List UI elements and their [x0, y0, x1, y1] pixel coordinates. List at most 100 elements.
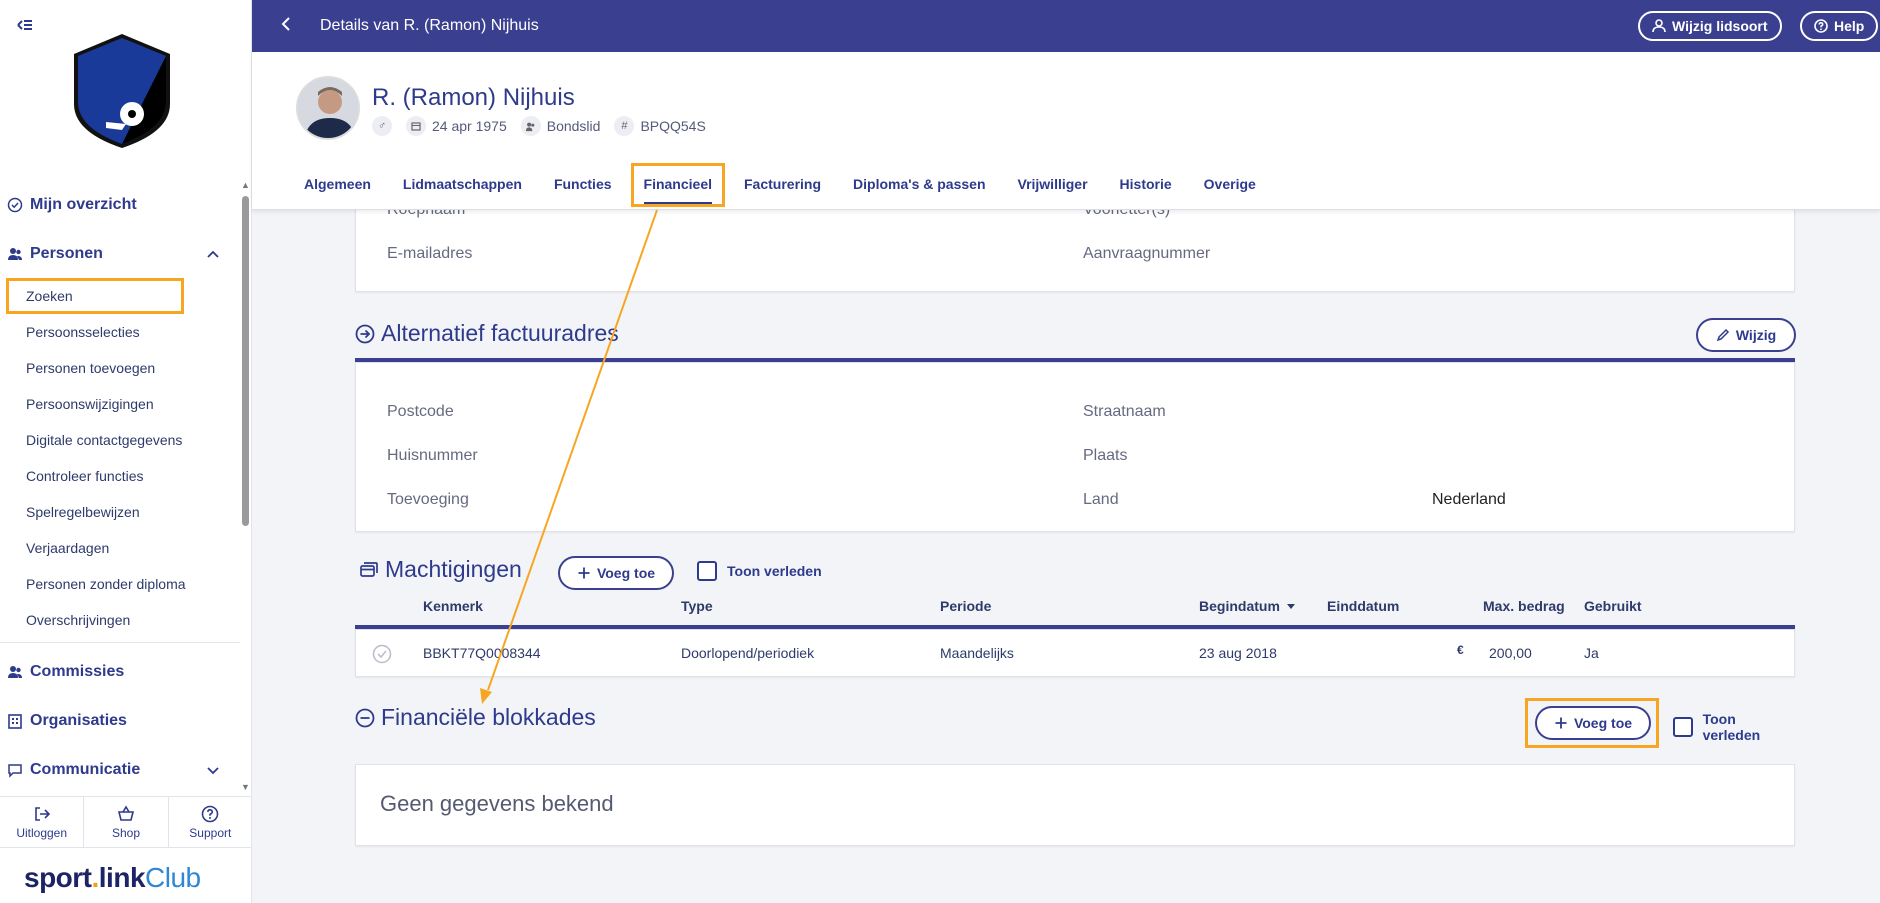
tab-vrijwilliger[interactable]: Vrijwilliger: [1002, 160, 1104, 210]
cell-currency: €: [1457, 643, 1464, 657]
blokkades-title-text: Financiële blokkades: [381, 704, 596, 730]
plus-icon: [1555, 717, 1567, 729]
col-periode[interactable]: Periode: [940, 598, 991, 614]
email-label: E-mailadres: [387, 245, 473, 262]
wijzig-factuuradres-button[interactable]: Wijzig: [1696, 318, 1796, 352]
table-row[interactable]: BBKT77Q0008344 Doorlopend/periodiek Maan…: [355, 629, 1795, 677]
hash-icon: #: [614, 116, 635, 136]
tab-financieel[interactable]: Financieel: [628, 160, 728, 210]
tab-algemeen[interactable]: Algemeen: [288, 160, 387, 210]
back-icon[interactable]: [252, 16, 292, 37]
nav-label: Mijn overzicht: [30, 195, 137, 213]
logout-label: Uitloggen: [16, 825, 68, 840]
checkbox[interactable]: [1673, 717, 1693, 737]
chevron-down-icon: [206, 763, 220, 777]
empty-state-text: Geen gegevens bekend: [380, 791, 614, 816]
building-icon: [6, 712, 24, 730]
sidebar-item-persoonsselecties[interactable]: Persoonsselecties: [0, 314, 240, 350]
tab-facturering[interactable]: Facturering: [728, 160, 837, 210]
relation-code-value: BPQQ54S: [640, 118, 706, 134]
blokkades-title: Financiële blokkades: [355, 704, 596, 731]
toon-verleden-label: Toon verleden: [727, 563, 822, 579]
nav-commissies[interactable]: Commissies: [0, 647, 240, 696]
calendar-icon: [406, 116, 426, 136]
pencil-icon: [1716, 328, 1729, 342]
sidebar-item-verjaardagen[interactable]: Verjaardagen: [0, 530, 240, 566]
sidebar-item-personen-zonder-diploma[interactable]: Personen zonder diploma: [0, 566, 240, 602]
question-circle-icon: [202, 805, 219, 822]
page-title: Details van R. (Ramon) Nijhuis: [320, 17, 539, 34]
col-begindatum[interactable]: Begindatum: [1199, 598, 1296, 614]
tab-historie[interactable]: Historie: [1104, 160, 1188, 210]
check-circle-icon: [372, 644, 392, 664]
check-circle-icon: [6, 196, 24, 214]
help-button[interactable]: Help: [1800, 11, 1879, 41]
col-kenmerk[interactable]: Kenmerk: [423, 598, 483, 614]
shop-label: Shop: [111, 825, 140, 840]
sidebar-item-persoonswijzigingen[interactable]: Persoonswijzigingen: [0, 386, 240, 422]
wijzig-label: Wijzig: [1735, 327, 1777, 343]
sidebar-item-overschrijvingen[interactable]: Overschrijvingen: [0, 602, 240, 638]
user-edit-icon: [1652, 19, 1666, 33]
scrollbar-thumb[interactable]: [242, 196, 249, 526]
minus-circle-icon: [355, 708, 375, 727]
arrow-circle-right-icon: [355, 324, 375, 343]
member-type: Bondslid: [520, 116, 601, 136]
huisnummer-label: Huisnummer: [387, 447, 478, 464]
sidebar-item-digitale-contactgegevens[interactable]: Digitale contactgegevens: [0, 422, 240, 458]
support-button[interactable]: Support: [169, 797, 252, 847]
support-label: Support: [189, 825, 232, 840]
person-header: R. (Ramon) Nijhuis ♂ 24 apr 1975 Bondsli…: [252, 52, 1880, 210]
sidebar-scrollbar[interactable]: ▲ ▼: [240, 180, 250, 792]
col-einddatum[interactable]: Einddatum: [1327, 598, 1399, 614]
relation-code: # BPQQ54S: [614, 116, 706, 136]
nav-communicatie[interactable]: Communicatie: [0, 745, 240, 790]
person-meta: ♂ 24 apr 1975 Bondslid # BPQQ54S: [372, 116, 706, 136]
nav-organisaties[interactable]: Organisaties: [0, 696, 240, 745]
checkbox[interactable]: [697, 561, 717, 581]
tab-diplomas-passen[interactable]: Diploma's & passen: [837, 160, 1001, 210]
tab-lidmaatschappen[interactable]: Lidmaatschappen: [387, 160, 538, 210]
sidebar-item-controleer-functies[interactable]: Controleer functies: [0, 458, 240, 494]
blokkade-voeg-toe-button[interactable]: Voeg toe: [1535, 706, 1651, 740]
sidebar-item-spelregelbewijzen[interactable]: Spelregelbewijzen: [0, 494, 240, 530]
blokkades-toon-verleden[interactable]: Toon verleden: [1673, 711, 1795, 743]
col-max-bedrag[interactable]: Max. bedrag: [1483, 598, 1565, 614]
tab-overige[interactable]: Overige: [1188, 160, 1272, 210]
question-circle-icon: [1814, 19, 1828, 33]
nav-mijn-overzicht[interactable]: Mijn overzicht: [0, 180, 240, 229]
tab-bar: Algemeen Lidmaatschappen Functies Financ…: [288, 160, 1272, 210]
logout-button[interactable]: Uitloggen: [0, 797, 85, 847]
member-type-value: Bondslid: [546, 118, 601, 134]
col-type[interactable]: Type: [681, 598, 713, 614]
scroll-down-icon[interactable]: ▼: [241, 782, 250, 792]
shop-button[interactable]: Shop: [84, 797, 169, 847]
gender-icon: ♂: [372, 116, 392, 136]
cell-gebruikt: Ja: [1584, 645, 1599, 661]
scroll-up-icon[interactable]: ▲: [241, 180, 250, 190]
chevron-up-icon: [206, 247, 220, 261]
land-label: Land: [1083, 491, 1119, 508]
sidebar-item-zoeken[interactable]: Zoeken: [6, 278, 184, 314]
straatnaam-label: Straatnaam: [1083, 403, 1166, 420]
people-icon: [6, 663, 24, 681]
nav-personen[interactable]: Personen: [0, 229, 240, 278]
machtigingen-title: Machtigingen: [359, 556, 522, 583]
col-gebruikt[interactable]: Gebruikt: [1584, 598, 1642, 614]
nav-label: Organisaties: [30, 711, 127, 729]
nav-label: Communicatie: [30, 760, 141, 778]
voeg-toe-label: Voeg toe: [1573, 715, 1633, 731]
factuuradres-card: Postcode Straatnaam Huisnummer Plaats To…: [355, 362, 1795, 532]
machtigingen-toon-verleden[interactable]: Toon verleden: [697, 561, 822, 581]
sidebar-nav: Mijn overzicht Personen Zoeken Persoonss…: [0, 180, 240, 790]
land-value: Nederland: [1432, 491, 1506, 508]
sidebar-item-personen-toevoegen[interactable]: Personen toevoegen: [0, 350, 240, 386]
factuuradres-title: Alternatief factuuradres: [355, 320, 619, 347]
machtiging-voeg-toe-button[interactable]: Voeg toe: [558, 556, 674, 590]
wijzig-lidsoort-button[interactable]: Wijzig lidsoort: [1638, 11, 1782, 41]
collapse-sidebar-icon[interactable]: [16, 16, 38, 38]
plus-icon: [578, 567, 590, 579]
cell-begindatum: 23 aug 2018: [1199, 645, 1277, 661]
tab-functies[interactable]: Functies: [538, 160, 628, 210]
cell-bedrag: 200,00: [1489, 645, 1532, 661]
